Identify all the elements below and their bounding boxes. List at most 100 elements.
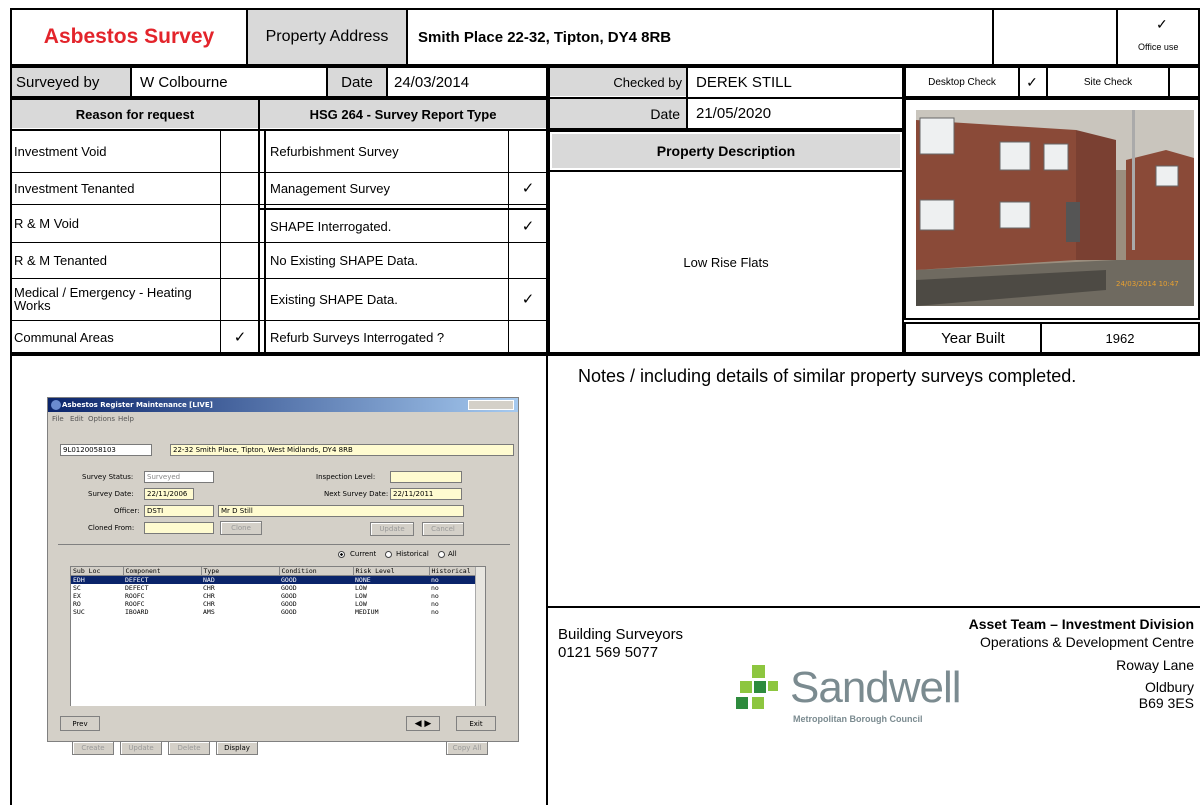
separator bbox=[58, 544, 510, 545]
app-title: Asbestos Register Maintenance [LIVE] bbox=[62, 401, 213, 409]
divider bbox=[1168, 66, 1170, 98]
surveyed-by-label: Surveyed by bbox=[16, 73, 100, 91]
ref-field: 9L0120058103 bbox=[60, 444, 152, 456]
grid-header: Risk Level bbox=[353, 567, 430, 576]
address-field: 22-32 Smith Place, Tipton, West Midlands… bbox=[170, 444, 514, 456]
photo-datestamp: 24/03/2014 10:47 bbox=[1116, 280, 1179, 288]
address-line: Oldbury bbox=[1144, 679, 1194, 695]
grid-row: RO ROOFC CHR GOOD LOW no bbox=[73, 600, 439, 608]
reason-item-label: Medical / Emergency - Heating Works bbox=[14, 285, 192, 313]
reason-item-label: R & M Void bbox=[14, 215, 80, 231]
notes-heading: Notes / including details of similar pro… bbox=[578, 366, 1077, 386]
cancel-button: Cancel bbox=[422, 522, 464, 536]
prev-button: Prev bbox=[60, 716, 100, 731]
cloned-from-field bbox=[144, 522, 214, 534]
property-photo: 24/03/2014 10:47 bbox=[916, 110, 1194, 306]
grid-header: Sub Loc bbox=[71, 567, 124, 576]
desktop-check-mark: ✓ bbox=[1026, 73, 1038, 90]
menu-edit: Edit bbox=[70, 415, 84, 423]
report-item-mark: ✓ bbox=[521, 180, 535, 197]
logo-subtitle: Metropolitan Borough Council bbox=[793, 714, 923, 724]
grid-row: SC DEFECT CHR GOOD LOW no bbox=[73, 584, 439, 592]
create-button: Create bbox=[72, 741, 114, 755]
radio-current: Current bbox=[350, 550, 377, 558]
property-address-value: Smith Place 22-32, Tipton, DY4 8RB bbox=[418, 28, 672, 46]
component-grid: Sub Loc Component Type Condition Risk Le… bbox=[70, 566, 486, 728]
copy-all-button: Copy All bbox=[446, 741, 488, 755]
reason-item-label: R & M Tenanted bbox=[14, 252, 107, 268]
site-check-label: Site Check bbox=[1083, 76, 1133, 88]
surveyed-by-value: W Colbourne bbox=[132, 68, 326, 96]
radio-all: All bbox=[448, 550, 457, 558]
grid-header: Condition bbox=[279, 567, 354, 576]
address-line: Operations & Development Centre bbox=[980, 634, 1194, 650]
divider bbox=[1116, 8, 1118, 66]
cloned-from-label: Cloned From: bbox=[88, 524, 135, 532]
report-item-label: Existing SHAPE Data. bbox=[270, 291, 398, 307]
display-button: Display bbox=[216, 741, 258, 755]
office-use-label: Office use bbox=[1138, 42, 1179, 52]
logo-name: Sandwell bbox=[790, 663, 962, 712]
survey-date-field: 22/11/2006 bbox=[144, 488, 194, 500]
menu-options: Options bbox=[88, 415, 116, 423]
reason-item-label: Investment Void bbox=[14, 143, 107, 159]
team-phone: 0121 569 5077 bbox=[558, 644, 659, 661]
sandwell-logo-mark bbox=[736, 665, 778, 709]
app-window-screenshot: Asbestos Register Maintenance [LIVE] Fil… bbox=[47, 397, 519, 755]
grid-row: EDH DEFECT NAD GOOD NONE no bbox=[71, 575, 479, 584]
update-button: Update bbox=[370, 522, 414, 536]
next-survey-date-label: Next Survey Date: bbox=[324, 490, 389, 498]
divider bbox=[548, 354, 1200, 356]
exit-button: Exit bbox=[456, 716, 496, 731]
year-built-value: 1962 bbox=[1105, 330, 1135, 346]
delete-button: Delete bbox=[168, 741, 210, 755]
app-window-icon bbox=[51, 400, 61, 410]
date-value: 24/03/2014 bbox=[388, 68, 546, 96]
address-line: Roway Lane bbox=[1116, 657, 1194, 673]
checked-date-value: 21/05/2020 bbox=[696, 105, 772, 122]
officer-name-field: Mr D Still bbox=[218, 505, 464, 517]
year-built-label: Year Built bbox=[941, 329, 1005, 347]
grid-header: Component bbox=[123, 567, 202, 576]
report-type-heading: HSG 264 - Survey Report Type bbox=[260, 100, 546, 128]
report-item-label: SHAPE Interrogated. bbox=[270, 218, 392, 234]
grid-header: Historical bbox=[429, 567, 479, 576]
radio-all-icon bbox=[438, 551, 445, 558]
report-item-label: No Existing SHAPE Data. bbox=[270, 252, 419, 268]
grid-header: Type bbox=[201, 567, 280, 576]
window-controls bbox=[468, 400, 514, 410]
report-item-mark: ✓ bbox=[521, 218, 535, 235]
report-item-label: Management Survey bbox=[270, 180, 390, 196]
radio-historical-icon bbox=[385, 551, 392, 558]
survey-date-label: Survey Date: bbox=[88, 490, 134, 498]
reason-item-mark: ✓ bbox=[233, 329, 247, 346]
property-address-label: Property Address bbox=[248, 10, 406, 64]
divider bbox=[548, 606, 1200, 608]
radio-historical: Historical bbox=[396, 550, 429, 558]
officer-code-field: DSTI bbox=[144, 505, 214, 517]
divider bbox=[406, 8, 408, 66]
page-title: Asbestos Survey bbox=[43, 25, 215, 48]
reason-heading: Reason for request bbox=[12, 100, 258, 128]
menu-file: File bbox=[52, 415, 64, 423]
date-label: Date bbox=[341, 73, 373, 91]
property-description-value: Low Rise Flats bbox=[683, 254, 769, 270]
officer-label: Officer: bbox=[114, 507, 140, 515]
nav-arrows: ◀ ▶ bbox=[406, 716, 440, 731]
team-name: Building Surveyors bbox=[558, 626, 684, 643]
clone-button: Clone bbox=[220, 521, 262, 535]
reason-item-label: Investment Tenanted bbox=[14, 180, 135, 196]
grid-row: EX ROOFC CHR GOOD LOW no bbox=[73, 592, 439, 600]
property-description-heading: Property Description bbox=[552, 134, 900, 168]
survey-status-field: Surveyed bbox=[144, 471, 214, 483]
address-line: B69 3ES bbox=[1138, 695, 1194, 711]
grid-scrollbar bbox=[475, 567, 485, 727]
office-use-check: ✓ bbox=[1156, 16, 1168, 32]
report-item-label: Refurb Surveys Interrogated ? bbox=[270, 329, 445, 345]
inspection-level-field bbox=[390, 471, 462, 483]
menu-help: Help bbox=[118, 415, 134, 423]
report-item-label: Refurbishment Survey bbox=[270, 143, 399, 159]
inspection-level-label: Inspection Level: bbox=[316, 473, 376, 481]
division-name: Asset Team – Investment Division bbox=[968, 616, 1194, 632]
survey-status-label: Survey Status: bbox=[82, 473, 134, 481]
